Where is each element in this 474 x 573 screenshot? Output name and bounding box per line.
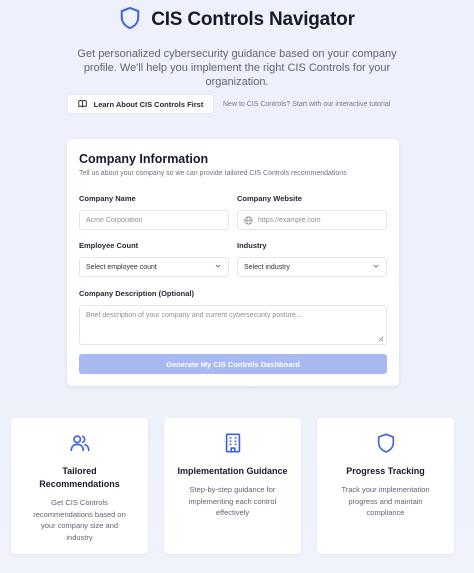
company-name-label: Company Name [79,194,136,203]
industry-value: Select industry [244,263,290,271]
chevron-down-icon [372,262,380,272]
features-row: Tailored Recommendations Get CIS Control… [11,418,454,554]
employee-count-value: Select employee count [86,263,157,271]
employee-count-select[interactable]: Select employee count [79,257,229,277]
users-icon [11,431,148,455]
learn-row: Learn About CIS Controls First New to CI… [67,94,390,114]
card-title: Company Information [79,152,209,166]
company-website-group: Company Website [237,194,387,230]
learn-button-label: Learn About CIS Controls First [93,99,204,109]
page-header: CIS Controls Navigator Get personalized … [0,6,474,89]
employee-count-label: Employee Count [79,241,139,250]
feature-description: Get CIS Controls recommendations based o… [33,498,126,542]
shield-icon [317,431,454,455]
company-description-group: Company Description (Optional) Brief des… [79,289,387,345]
learn-about-cis-button[interactable]: Learn About CIS Controls First [67,94,214,114]
company-website-input-box [237,210,387,230]
company-name-group: Company Name [79,194,229,230]
company-description-textarea[interactable]: Brief description of your company and cu… [79,305,387,345]
learn-hint: New to CIS Controls? Start with our inte… [223,100,391,108]
feature-description: Step-by-step guidance for implementing e… [188,485,277,517]
generate-dashboard-button[interactable]: Generate My CIS Controls Dashboard [79,354,387,374]
card-description: Tell us about your company so we can pro… [79,170,347,177]
feature-title: Tailored Recommendations [39,466,120,489]
company-description-label: Company Description (Optional) [79,289,195,298]
book-icon [77,99,87,110]
feature-title: Progress Tracking [346,466,425,476]
building-icon [164,431,301,455]
company-name-input[interactable] [86,216,222,224]
company-name-input-box [79,210,229,230]
page-subtitle: Get personalized cybersecurity guidance … [77,48,397,88]
feature-title: Implementation Guidance [177,466,288,476]
feature-card-implementation: Implementation Guidance Step-by-step gui… [164,418,301,554]
title-row: CIS Controls Navigator [0,6,474,35]
company-website-input[interactable] [258,216,380,224]
feature-card-tailored: Tailored Recommendations Get CIS Control… [11,418,148,554]
count-industry-row: Employee Count Select employee count Ind… [79,241,387,277]
shield-icon [119,6,141,35]
name-website-row: Company Name Company Website [79,194,387,230]
company-website-label: Company Website [237,194,302,203]
industry-group: Industry Select industry [237,241,387,277]
employee-count-group: Employee Count Select employee count [79,241,229,277]
feature-card-progress: Progress Tracking Track your implementat… [317,418,454,554]
feature-description: Track your implementation progress and m… [341,485,430,517]
chevron-down-icon [214,262,222,272]
industry-label: Industry [237,241,267,250]
app-title: CIS Controls Navigator [151,9,355,30]
company-info-card: Company Information Tell us about your c… [67,139,399,386]
globe-icon [244,215,253,225]
resize-handle-icon[interactable] [377,335,384,342]
industry-select[interactable]: Select industry [237,257,387,277]
company-description-placeholder: Brief description of your company and cu… [86,312,302,319]
